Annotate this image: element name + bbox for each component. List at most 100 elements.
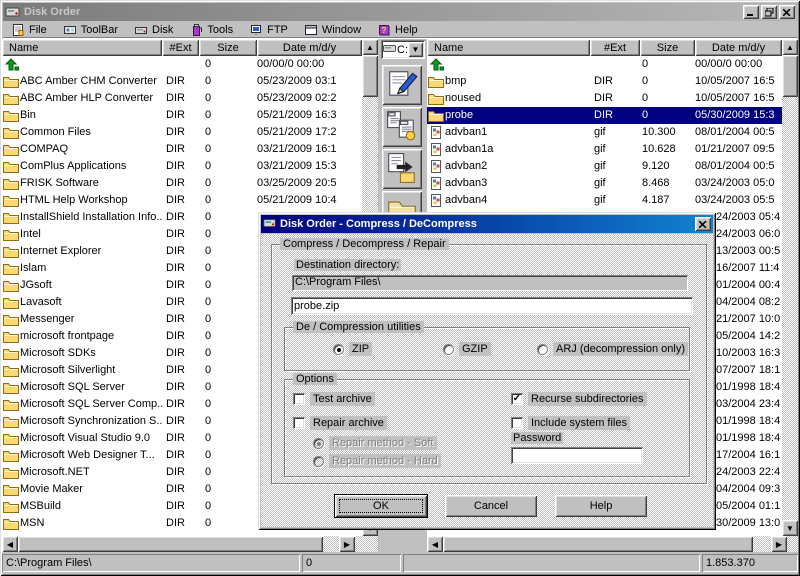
folder-icon — [2, 277, 20, 294]
restore-button[interactable] — [761, 5, 777, 19]
file-ext — [590, 56, 640, 73]
left-vscroll-thumb[interactable] — [362, 55, 378, 97]
copy-button[interactable] — [382, 107, 422, 147]
cancel-button[interactable]: Cancel — [445, 495, 537, 517]
right-vscroll-thumb[interactable] — [782, 55, 798, 97]
left-horizontal-scrollbar[interactable]: ◀ ▶ — [2, 536, 378, 552]
menu-item-ftp[interactable]: FTP — [241, 22, 296, 38]
checkbox-include-system-files[interactable]: Include system files — [511, 416, 630, 430]
file-size: 0 — [199, 260, 257, 277]
file-size: 0 — [199, 447, 257, 464]
scroll-up-icon[interactable]: ▲ — [782, 39, 798, 55]
scroll-up-icon[interactable]: ▲ — [362, 39, 378, 55]
file-row-abc-amber-chm-converter[interactable]: ABC Amber CHM ConverterDIR005/23/2009 03… — [2, 73, 362, 90]
scroll-right-icon[interactable]: ▶ — [339, 536, 355, 552]
file-row-noused[interactable]: nousedDIR010/05/2007 16:5 — [427, 90, 782, 107]
column-header-name[interactable]: Name — [2, 39, 162, 56]
scroll-down-icon[interactable]: ▼ — [782, 520, 798, 536]
copy-icon — [385, 109, 419, 146]
file-size: 0 — [199, 124, 257, 141]
password-input[interactable] — [511, 447, 643, 464]
help-button[interactable]: Help — [555, 495, 647, 517]
move-button[interactable] — [382, 149, 422, 189]
scroll-right-icon[interactable]: ▶ — [771, 536, 787, 552]
file-row-complus-applications[interactable]: ComPlus ApplicationsDIR003/21/2009 15:3 — [2, 158, 362, 175]
file-date: 00/00/0 00:00 — [257, 56, 362, 73]
menu-item-file[interactable]: File — [3, 22, 55, 38]
right-status-size: 1.853.370 — [702, 554, 798, 572]
file-row-advban1a[interactable]: advban1agif10.62801/21/2007 09:5 — [427, 141, 782, 158]
column-header-size[interactable]: Size — [640, 39, 695, 56]
column-header-ext[interactable]: #Ext — [590, 39, 640, 56]
app-icon — [5, 4, 21, 20]
file-ext: DIR — [162, 192, 199, 209]
chevron-down-icon[interactable]: ▼ — [408, 42, 423, 57]
file-name: noused — [445, 90, 590, 107]
close-button[interactable] — [779, 5, 795, 19]
file-row-html-help-workshop[interactable]: HTML Help WorkshopDIR005/21/2009 10:4 — [2, 192, 362, 209]
scroll-left-icon[interactable]: ◀ — [2, 536, 18, 552]
file-ext: DIR — [162, 277, 199, 294]
file-row[interactable]: 000/00/0 00:00 — [2, 56, 362, 73]
menu-item-tools[interactable]: Tools — [181, 22, 241, 38]
file-row-compaq[interactable]: COMPAQDIR003/21/2009 16:1 — [2, 141, 362, 158]
checkbox-recurse-subdirectories[interactable]: ✓Recurse subdirectories — [511, 392, 647, 406]
column-header-name[interactable]: Name — [427, 39, 590, 56]
menu-label: FTP — [267, 24, 288, 36]
drive-selector[interactable]: C:\ ▼ — [381, 40, 425, 59]
dialog-title-bar: Disk Order - Compress / DeCompress — [261, 215, 713, 233]
file-row-advban3[interactable]: advban3gif8.46803/24/2003 05:0 — [427, 175, 782, 192]
gif-icon — [427, 175, 445, 192]
menu-item-toolbar[interactable]: ToolBar — [55, 22, 126, 38]
checkbox-repair-archive[interactable]: Repair archive — [293, 416, 387, 430]
file-row-bin[interactable]: BinDIR005/21/2009 16:3 — [2, 107, 362, 124]
radio-arj-decompression-only[interactable]: ARJ (decompression only) — [537, 342, 688, 356]
file-row-frisk-software[interactable]: FRISK SoftwareDIR003/25/2009 20:5 — [2, 175, 362, 192]
folder-icon — [2, 498, 20, 515]
file-row[interactable]: 000/00/0 00:00 — [427, 56, 782, 73]
left-pane-headers: Name#ExtSizeDate m/d/y — [2, 39, 362, 56]
folder-icon — [2, 73, 20, 90]
dialog-close-icon[interactable] — [695, 217, 711, 231]
file-name: HTML Help Workshop — [20, 192, 162, 209]
file-name: bmp — [445, 73, 590, 90]
file-size: 0 — [640, 107, 695, 124]
group-label: Compress / Decompress / Repair — [280, 238, 449, 250]
checkbox-test-archive[interactable]: Test archive — [293, 392, 375, 406]
file-row-bmp[interactable]: bmpDIR010/05/2007 16:5 — [427, 73, 782, 90]
file-row-advban1[interactable]: advban1gif10.30008/01/2004 00:5 — [427, 124, 782, 141]
archive-name-input[interactable] — [291, 297, 693, 315]
ok-button[interactable]: OK — [335, 495, 427, 517]
right-vertical-scrollbar[interactable]: ▲ ▼ — [782, 39, 798, 536]
file-size: 4.187 — [640, 192, 695, 209]
file-row-probe[interactable]: probeDIR005/30/2009 15:3 — [427, 107, 782, 124]
file-name: advban1a — [445, 141, 590, 158]
up-directory-icon — [427, 56, 445, 73]
right-hscroll-thumb[interactable] — [443, 536, 753, 552]
window-title: Disk Order — [24, 6, 741, 18]
folder-icon — [2, 430, 20, 447]
menu-item-help[interactable]: ?Help — [369, 22, 426, 38]
menu-item-disk[interactable]: Disk — [126, 22, 181, 38]
file-ext: gif — [590, 175, 640, 192]
edit-button[interactable] — [382, 65, 422, 105]
column-header-date-m-d-y[interactable]: Date m/d/y — [695, 39, 782, 56]
right-horizontal-scrollbar[interactable]: ◀ ▶ — [427, 536, 798, 552]
file-row-abc-amber-hlp-converter[interactable]: ABC Amber HLP ConverterDIR005/23/2009 02… — [2, 90, 362, 107]
file-date: 03/25/2009 20:5 — [257, 175, 362, 192]
radio-zip[interactable]: ZIP — [333, 342, 372, 356]
column-header-ext[interactable]: #Ext — [162, 39, 199, 56]
file-name: Microsoft Web Designer T... — [20, 447, 162, 464]
file-row-advban2[interactable]: advban2gif9.12008/01/2004 00:5 — [427, 158, 782, 175]
radio-gzip[interactable]: GZIP — [443, 342, 491, 356]
file-row-common-files[interactable]: Common FilesDIR005/21/2009 17:2 — [2, 124, 362, 141]
column-header-date-m-d-y[interactable]: Date m/d/y — [257, 39, 362, 56]
menu-item-window[interactable]: Window — [296, 22, 369, 38]
file-row-advban4[interactable]: advban4gif4.18703/24/2003 05:5 — [427, 192, 782, 209]
scroll-left-icon[interactable]: ◀ — [427, 536, 443, 552]
column-header-size[interactable]: Size — [199, 39, 257, 56]
left-hscroll-thumb[interactable] — [18, 536, 323, 552]
folder-icon — [2, 311, 20, 328]
file-ext: DIR — [162, 345, 199, 362]
minimize-button[interactable] — [743, 5, 759, 19]
